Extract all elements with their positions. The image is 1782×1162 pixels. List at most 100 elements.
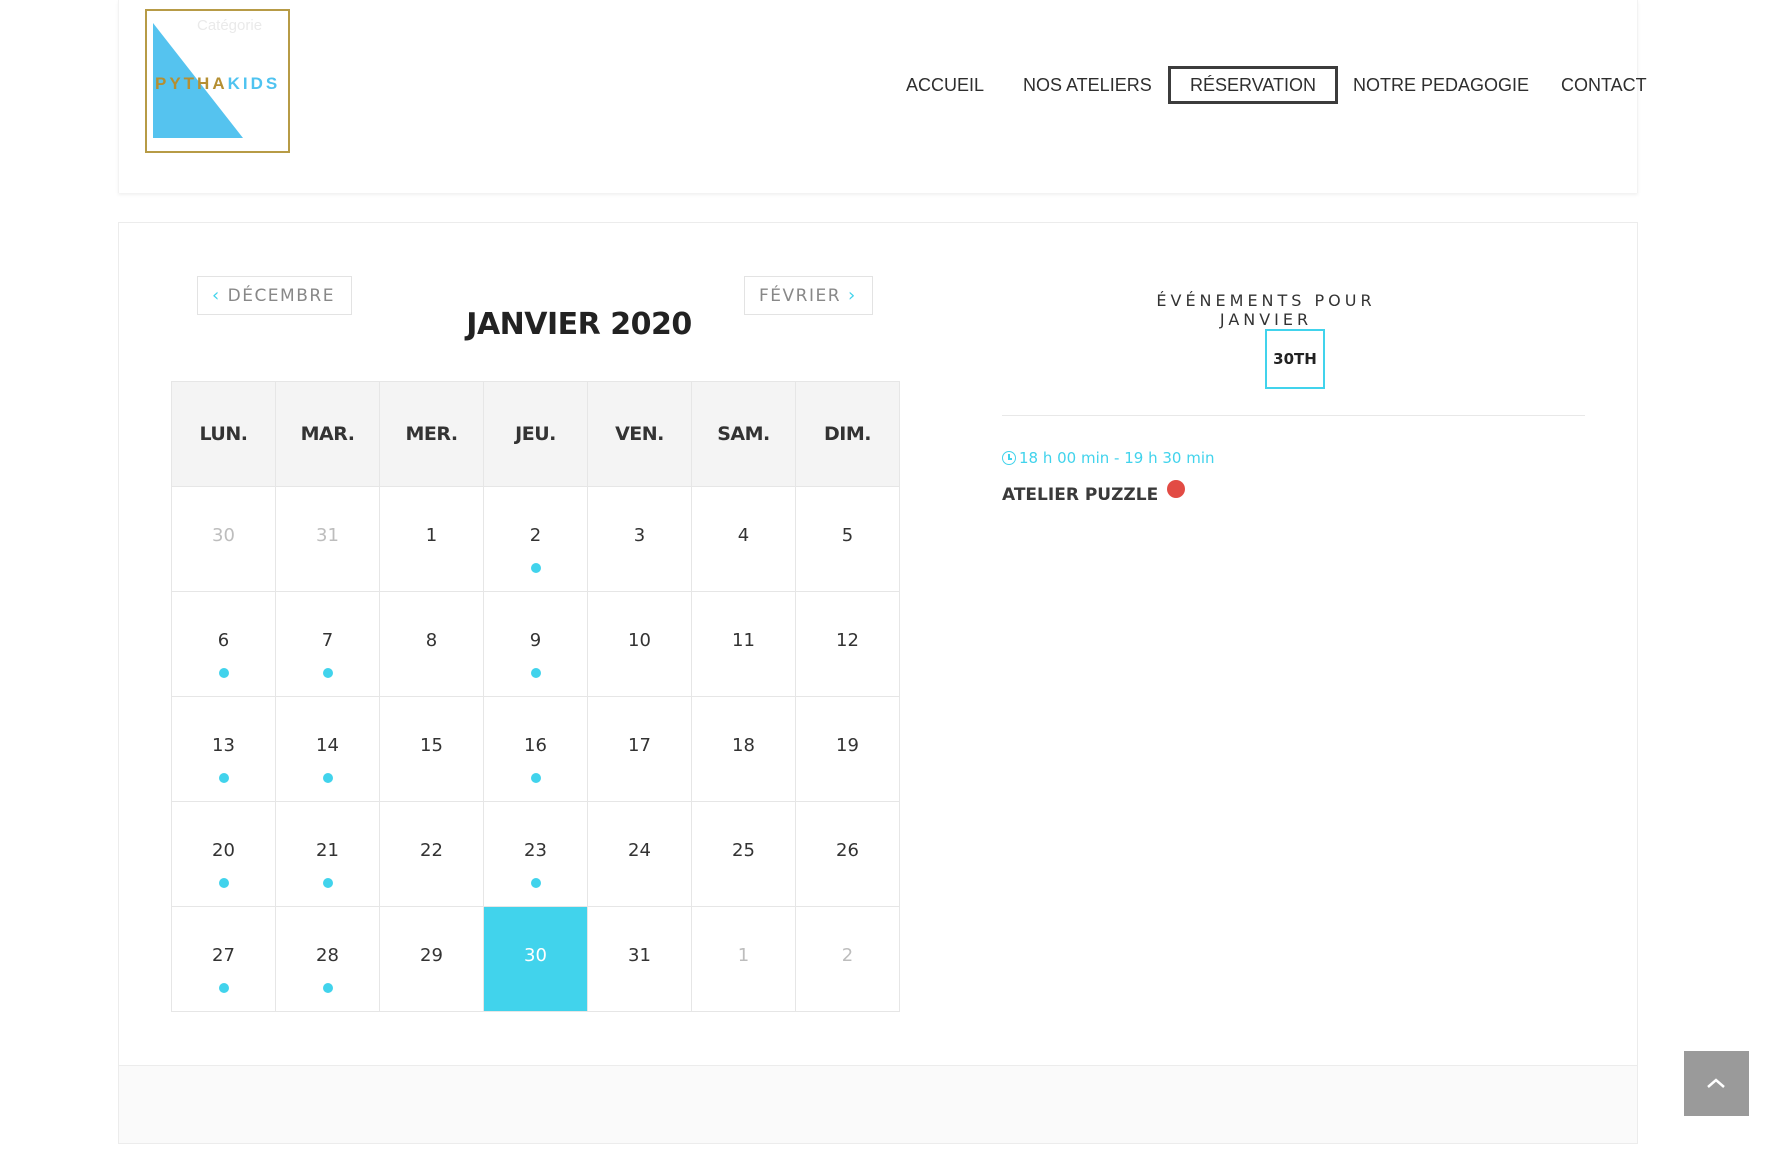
calendar-day-cell[interactable]: 21	[275, 801, 380, 907]
calendar-day-number: 31	[628, 945, 651, 966]
event-time: 18 h 00 min - 19 h 30 min	[1002, 449, 1215, 467]
events-divider	[1002, 415, 1585, 416]
event-title-text: ATELIER PUZZLE	[1002, 485, 1159, 505]
calendar-day-cell[interactable]: 3	[587, 486, 692, 592]
calendar-day-number: 2	[529, 525, 542, 546]
calendar-day-cell[interactable]: 28	[275, 906, 380, 1012]
calendar-day-cell[interactable]: 14	[275, 696, 380, 802]
event-status-dot	[1167, 480, 1186, 498]
nav-item-contact[interactable]: CONTACT	[1561, 66, 1647, 104]
calendar-day-number: 7	[321, 630, 334, 651]
event-indicator-dot	[531, 563, 541, 573]
calendar-day-cell[interactable]: 12	[795, 591, 900, 697]
nav-item-nos-ateliers[interactable]: NOS ATELIERS	[1023, 66, 1152, 104]
calendar-day-cell[interactable]: 17	[587, 696, 692, 802]
calendar-day-cell[interactable]: 20	[171, 801, 276, 907]
calendar-day-cell[interactable]: 8	[379, 591, 484, 697]
calendar-day-cell[interactable]: 27	[171, 906, 276, 1012]
calendar-day-number: 30	[212, 525, 235, 546]
calendar-day-number: 13	[212, 735, 235, 756]
calendar-day-cell[interactable]: 9	[483, 591, 588, 697]
calendar-day-number: 6	[217, 630, 230, 651]
calendar-day-cell[interactable]: 31	[275, 486, 380, 592]
calendar-day-number: 9	[529, 630, 542, 651]
calendar-day-cell[interactable]: 4	[691, 486, 796, 592]
event-indicator-dot	[323, 668, 333, 678]
calendar-day-number: 1	[425, 525, 438, 546]
calendar-day-cell[interactable]: 1	[691, 906, 796, 1012]
weekday-header-row: LUN. MAR. MER. JEU. VEN. SAM. DIM.	[171, 381, 900, 487]
event-indicator-dot	[531, 878, 541, 888]
calendar-day-cell[interactable]: 6	[171, 591, 276, 697]
calendar-section: ‹ DÉCEMBRE FÉVRIER › JANVIER 2020 LUN. MA…	[118, 222, 1638, 1144]
calendar-day-cell[interactable]: 19	[795, 696, 900, 802]
calendar-week-row: 30 31 1 2 3 4 5	[171, 486, 900, 592]
nav-item-notre-pedagogie[interactable]: NOTRE PEDAGOGIE	[1353, 66, 1529, 104]
calendar-day-cell[interactable]: 1	[379, 486, 484, 592]
calendar-day-number: 17	[628, 735, 651, 756]
calendar-body: 30 31 1 2 3 4 5 6 7 8 9 10 11 12 13 14 15 16 17 18 19 20 21 22 2…	[171, 486, 900, 1012]
calendar-day-number: 12	[836, 630, 859, 651]
calendar-day-number: 4	[737, 525, 750, 546]
calendar-day-cell[interactable]: 10	[587, 591, 692, 697]
event-indicator-dot	[219, 983, 229, 993]
calendar-day-cell[interactable]: 25	[691, 801, 796, 907]
nav-item-accueil[interactable]: ACCUEIL	[906, 66, 984, 104]
calendar-day-cell[interactable]: 16	[483, 696, 588, 802]
calendar-day-number: 21	[316, 840, 339, 861]
nav-item-reservation[interactable]: RÉSERVATION	[1168, 66, 1339, 104]
calendar-day-number: 18	[732, 735, 755, 756]
next-month-button[interactable]: FÉVRIER ›	[744, 276, 873, 315]
calendar-day-cell[interactable]: 22	[379, 801, 484, 907]
clock-icon	[1002, 451, 1016, 465]
calendar-day-number: 29	[420, 945, 443, 966]
event-indicator-dot	[219, 878, 229, 888]
calendar-day-cell[interactable]: 31	[587, 906, 692, 1012]
calendar-day-number: 24	[628, 840, 651, 861]
calendar-day-number: 2	[841, 945, 854, 966]
calendar-day-cell[interactable]: 18	[691, 696, 796, 802]
calendar-day-cell[interactable]: 2	[795, 906, 900, 1012]
scroll-to-top-button[interactable]	[1684, 1051, 1749, 1116]
event-day-badge[interactable]: 30TH	[1265, 329, 1325, 389]
weekday-header: MER.	[379, 381, 484, 487]
calendar-day-cell[interactable]: 24	[587, 801, 692, 907]
calendar-day-cell[interactable]: 30	[171, 486, 276, 592]
calendar-day-cell[interactable]: 7	[275, 591, 380, 697]
event-indicator-dot	[323, 983, 333, 993]
calendar-week-row: 27 28 29 30 31 1 2	[171, 906, 900, 1012]
event-indicator-dot	[219, 668, 229, 678]
event-indicator-dot	[531, 668, 541, 678]
calendar-day-number: 27	[212, 945, 235, 966]
calendar-day-number: 10	[628, 630, 651, 651]
calendar-day-cell[interactable]: 13	[171, 696, 276, 802]
prev-month-button[interactable]: ‹ DÉCEMBRE	[197, 276, 352, 315]
calendar-day-cell[interactable]: 30	[483, 906, 588, 1012]
calendar-day-number: 23	[524, 840, 547, 861]
calendar-day-number: 11	[732, 630, 755, 651]
weekday-header: MAR.	[275, 381, 380, 487]
chevron-up-icon	[1707, 1078, 1725, 1088]
calendar-day-number: 14	[316, 735, 339, 756]
calendar-day-cell[interactable]: 29	[379, 906, 484, 1012]
calendar-day-number: 25	[732, 840, 755, 861]
calendar-day-number: 26	[836, 840, 859, 861]
chevron-left-icon: ‹	[212, 285, 221, 306]
calendar-day-cell[interactable]: 15	[379, 696, 484, 802]
calendar-day-cell[interactable]: 2	[483, 486, 588, 592]
next-month-label: FÉVRIER	[759, 286, 842, 306]
calendar-day-number: 20	[212, 840, 235, 861]
calendar-day-cell[interactable]: 11	[691, 591, 796, 697]
calendar-day-cell[interactable]: 5	[795, 486, 900, 592]
calendar-grid: LUN. MAR. MER. JEU. VEN. SAM. DIM. 30 31 1 2 3 4 5 6 7…	[171, 381, 900, 1012]
calendar-day-number: 19	[836, 735, 859, 756]
calendar-day-number: 8	[425, 630, 438, 651]
event-indicator-dot	[323, 773, 333, 783]
calendar-day-number: 15	[420, 735, 443, 756]
calendar-day-cell[interactable]: 26	[795, 801, 900, 907]
calendar-day-cell[interactable]: 23	[483, 801, 588, 907]
calendar-day-number: 1	[737, 945, 750, 966]
event-title-link[interactable]: ATELIER PUZZLE	[1002, 480, 1186, 505]
events-title: ÉVÉNEMENTS POUR JANVIER	[1156, 291, 1376, 329]
calendar-day-number: 30	[524, 945, 547, 966]
